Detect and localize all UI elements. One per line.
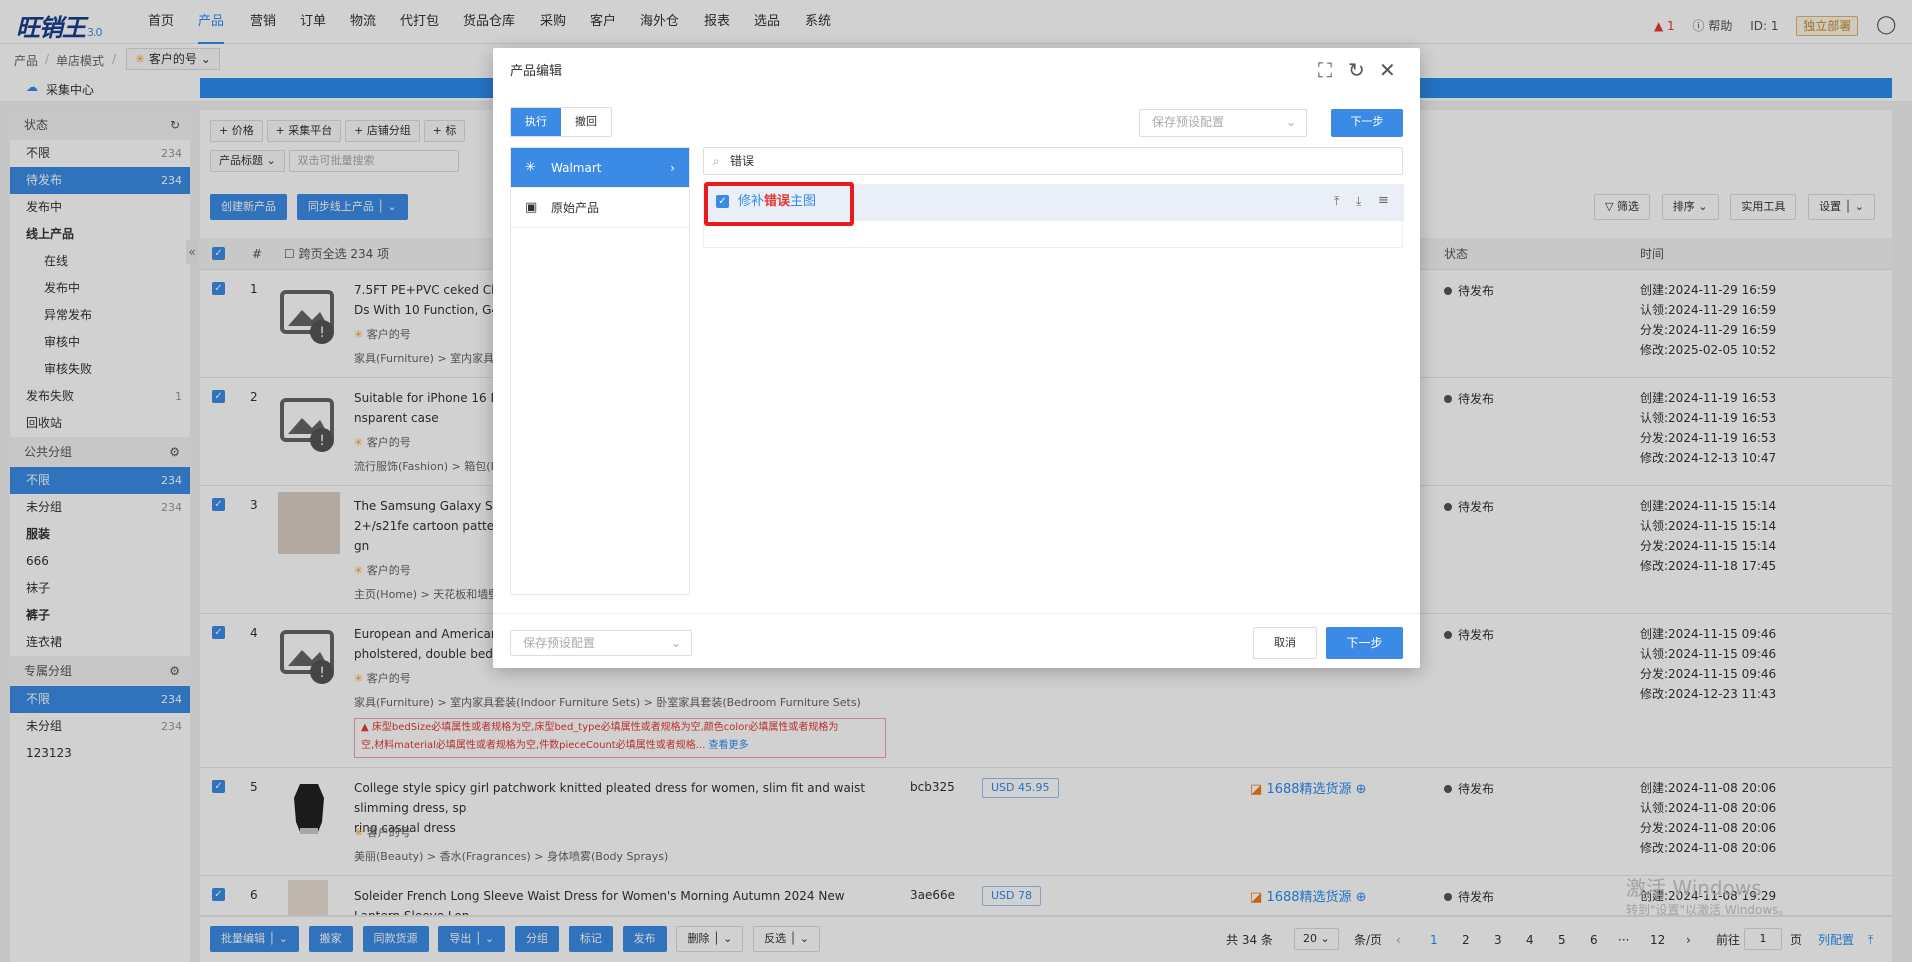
tab-exec[interactable]: 执行 bbox=[511, 108, 561, 136]
next-button-top[interactable]: 下一步 bbox=[1331, 109, 1403, 137]
refresh-icon[interactable]: ↻ bbox=[1348, 58, 1365, 82]
product-edit-dialog: 产品编辑 ⛶ ↻ ✕ 执行 撤回 保存预设配置 ⌄ 下一步 ✳ Walmart › ▣ 原… bbox=[493, 48, 1420, 668]
next-button[interactable]: 下一步 bbox=[1326, 627, 1403, 659]
platform-walmart[interactable]: ✳ Walmart › bbox=[511, 148, 689, 188]
highlight-annotation-frame bbox=[704, 182, 854, 226]
preset-select-top[interactable]: 保存预设配置 ⌄ bbox=[1139, 109, 1307, 137]
dialog-footer: 保存预设配置 ⌄ 取消 下一步 bbox=[493, 613, 1420, 668]
preset-placeholder: 保存预设配置 bbox=[523, 636, 596, 650]
platform-original[interactable]: ▣ 原始产品 bbox=[511, 188, 689, 228]
dialog-title: 产品编辑 bbox=[510, 64, 563, 79]
preset-placeholder: 保存预设配置 bbox=[1152, 115, 1225, 129]
tab-undo[interactable]: 撤回 bbox=[561, 108, 611, 136]
chevron-right-icon: › bbox=[670, 161, 675, 175]
chevron-down-icon: ⌄ bbox=[670, 636, 681, 650]
preset-select-bottom[interactable]: 保存预设配置 ⌄ bbox=[510, 630, 692, 656]
close-icon[interactable]: ✕ bbox=[1379, 58, 1396, 82]
search-value: 错误 bbox=[730, 154, 755, 168]
cancel-button[interactable]: 取消 bbox=[1253, 627, 1317, 659]
platform-label: Walmart bbox=[551, 161, 602, 175]
move-bottom-icon[interactable]: ⤓ bbox=[1356, 194, 1361, 209]
exec-undo-tabs: 执行 撤回 bbox=[510, 107, 612, 137]
function-search-input[interactable]: ⌕ 错误 bbox=[703, 147, 1403, 175]
platform-list: ✳ Walmart › ▣ 原始产品 bbox=[510, 147, 690, 595]
chevron-down-icon: ⌄ bbox=[1285, 115, 1296, 129]
fullscreen-icon[interactable]: ⛶ bbox=[1318, 58, 1332, 82]
box-icon: ▣ bbox=[525, 200, 538, 215]
platform-label: 原始产品 bbox=[551, 201, 600, 215]
walmart-icon: ✳ bbox=[525, 160, 536, 175]
drag-handle-icon[interactable]: ≡ bbox=[1378, 193, 1389, 208]
search-icon: ⌕ bbox=[713, 154, 720, 168]
move-top-icon[interactable]: ⤒ bbox=[1334, 194, 1339, 209]
